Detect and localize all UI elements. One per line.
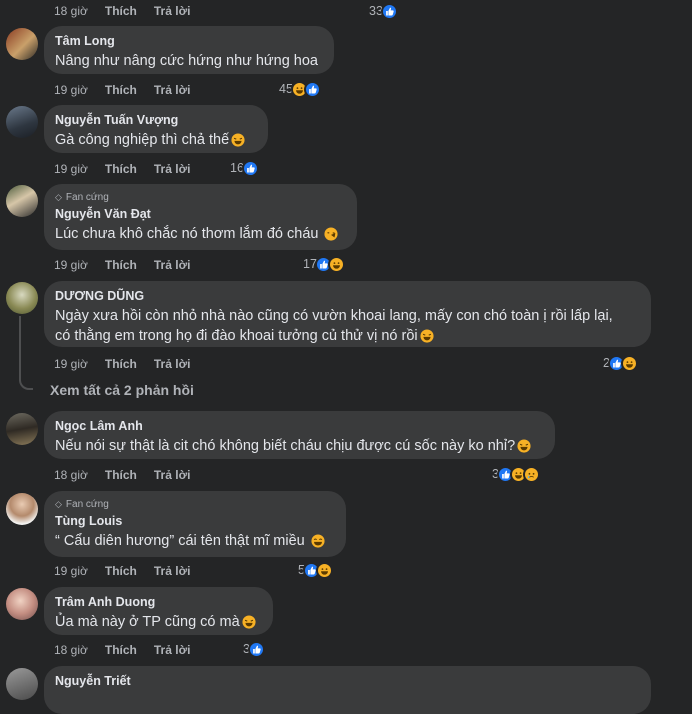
- comment-bubble: Nguyễn Triết: [44, 666, 651, 714]
- comment-actions: 19 giờ Thích Trả lời: [54, 356, 207, 372]
- like-link[interactable]: Thích: [105, 564, 137, 578]
- comment-time[interactable]: 18 giờ: [54, 468, 88, 482]
- comment-text: Ngày xưa hồi còn nhỏ nhà nào cũng có vườ…: [55, 308, 613, 324]
- avatar[interactable]: [6, 588, 38, 620]
- avatar[interactable]: [6, 185, 38, 217]
- reaction-summary[interactable]: 45: [279, 80, 321, 98]
- avatar[interactable]: [6, 668, 38, 700]
- reaction-summary[interactable]: 33: [369, 2, 398, 20]
- comment-text: Lúc chưa khô chắc nó thơm lắm đó cháu: [55, 224, 345, 247]
- comment-text: “ Cẩu diên hương” cái tên thật mĩ miều: [55, 531, 334, 554]
- comment-actions: 18 giờ Thích Trả lời: [54, 3, 207, 19]
- comment-actions: 19 giờ Thích Trả lời: [54, 82, 207, 98]
- comment-text: Nâng như nâng cức hứng như hứng hoa: [55, 53, 318, 69]
- fan-badge: ◇ Fan cứng: [55, 192, 109, 203]
- comment-actions: 18 giờ Thích Trả lời: [54, 642, 207, 658]
- haha-reaction-icon: [315, 561, 333, 579]
- comment-time[interactable]: 19 giờ: [54, 357, 88, 371]
- comment-actions: 18 giờ Thích Trả lời: [54, 467, 207, 483]
- comment-text: Ủa mà này ở TP cũng có mà: [55, 612, 261, 635]
- reaction-summary[interactable]: 16: [230, 159, 259, 177]
- like-link[interactable]: Thích: [105, 468, 137, 482]
- reply-link[interactable]: Trả lời: [154, 83, 191, 97]
- comment-text-line-2: có thằng em trong họ đi đào khoai tưởng …: [55, 326, 639, 349]
- reaction-summary[interactable]: 3: [492, 465, 540, 483]
- diamond-icon: ◇: [55, 192, 62, 202]
- reply-link[interactable]: Trả lời: [154, 357, 191, 371]
- comment-time[interactable]: 19 giờ: [54, 564, 88, 578]
- avatar[interactable]: [6, 106, 38, 138]
- like-link[interactable]: Thích: [105, 357, 137, 371]
- comment-time[interactable]: 19 giờ: [54, 258, 88, 272]
- reply-link[interactable]: Trả lời: [154, 4, 191, 18]
- reply-thread-line: [19, 316, 33, 390]
- reply-link[interactable]: Trả lời: [154, 258, 191, 272]
- diamond-icon: ◇: [55, 499, 62, 509]
- commenter-name[interactable]: Nguyễn Triết: [55, 674, 639, 689]
- like-link[interactable]: Thích: [105, 258, 137, 272]
- haha-reaction-icon: [620, 354, 638, 372]
- comment-actions: 19 giờ Thích Trả lời: [54, 563, 207, 579]
- comment-bubble: DƯƠNG DŨNG Ngày xưa hồi còn nhỏ nhà nào …: [44, 281, 651, 347]
- comment-bubble: ◇ Fan cứng Nguyễn Văn Đạt Lúc chưa khô ch…: [44, 184, 357, 250]
- reaction-summary[interactable]: 17: [303, 255, 345, 273]
- commenter-name[interactable]: Nguyễn Văn Đạt: [55, 207, 345, 222]
- sad-reaction-icon: [522, 465, 540, 483]
- avatar[interactable]: [6, 28, 38, 60]
- avatar[interactable]: [6, 413, 38, 445]
- comment-time[interactable]: 18 giờ: [54, 4, 88, 18]
- laughing-emoji-icon: [311, 534, 325, 554]
- like-reaction-icon: [241, 159, 259, 177]
- avatar[interactable]: [6, 282, 38, 314]
- avatar[interactable]: [6, 493, 38, 525]
- fan-badge: ◇ Fan cứng: [55, 499, 109, 510]
- commenter-name[interactable]: DƯƠNG DŨNG: [55, 289, 639, 304]
- reply-link[interactable]: Trả lời: [154, 468, 191, 482]
- like-link[interactable]: Thích: [105, 643, 137, 657]
- commenter-name[interactable]: Nguyễn Tuấn Vượng: [55, 113, 256, 128]
- like-link[interactable]: Thích: [105, 83, 137, 97]
- wink-emoji-icon: [324, 227, 339, 247]
- like-reaction-icon: [380, 2, 398, 20]
- rofl-emoji-icon: [517, 439, 531, 459]
- reaction-summary[interactable]: 2: [603, 354, 638, 372]
- like-reaction-icon: [303, 80, 321, 98]
- comment-text: Gà công nghiệp thì chả thế: [55, 130, 256, 153]
- rofl-emoji-icon: [420, 329, 434, 349]
- commenter-name[interactable]: Ngọc Lâm Anh: [55, 419, 543, 434]
- like-link[interactable]: Thích: [105, 162, 137, 176]
- commenter-name[interactable]: Tâm Long: [55, 34, 322, 49]
- reply-link[interactable]: Trả lời: [154, 643, 191, 657]
- like-reaction-icon: [247, 640, 265, 658]
- like-link[interactable]: Thích: [105, 4, 137, 18]
- commenter-name[interactable]: Tùng Louis: [55, 514, 334, 529]
- haha-reaction-icon: [327, 255, 345, 273]
- comment-time[interactable]: 19 giờ: [54, 83, 88, 97]
- reaction-summary[interactable]: 5: [298, 561, 333, 579]
- view-all-replies-link[interactable]: Xem tất cả 2 phản hồi: [50, 382, 194, 398]
- comment-time[interactable]: 18 giờ: [54, 643, 88, 657]
- comment-time[interactable]: 19 giờ: [54, 162, 88, 176]
- comment-actions: 19 giờ Thích Trả lời: [54, 161, 207, 177]
- commenter-name[interactable]: Trâm Anh Duong: [55, 595, 261, 610]
- comment-bubble: Trâm Anh Duong Ủa mà này ở TP cũng có mà: [44, 587, 273, 635]
- comment-text: Nếu nói sự thật là cit chó không biết ch…: [55, 436, 543, 459]
- comment-bubble: Nguyễn Tuấn Vượng Gà công nghiệp thì chả…: [44, 105, 268, 153]
- comment-bubble: ◇ Fan cứng Tùng Louis “ Cẩu diên hương” c…: [44, 491, 346, 557]
- comment-bubble: Ngọc Lâm Anh Nếu nói sự thật là cit chó …: [44, 411, 555, 459]
- comment-actions: 19 giờ Thích Trả lời: [54, 257, 207, 273]
- comment-bubble: Tâm Long Nâng như nâng cức hứng như hứng…: [44, 26, 334, 74]
- rofl-emoji-icon: [242, 615, 256, 635]
- rofl-emoji-icon: [231, 133, 245, 153]
- reply-link[interactable]: Trả lời: [154, 162, 191, 176]
- reply-link[interactable]: Trả lời: [154, 564, 191, 578]
- reaction-summary[interactable]: 3: [243, 640, 265, 658]
